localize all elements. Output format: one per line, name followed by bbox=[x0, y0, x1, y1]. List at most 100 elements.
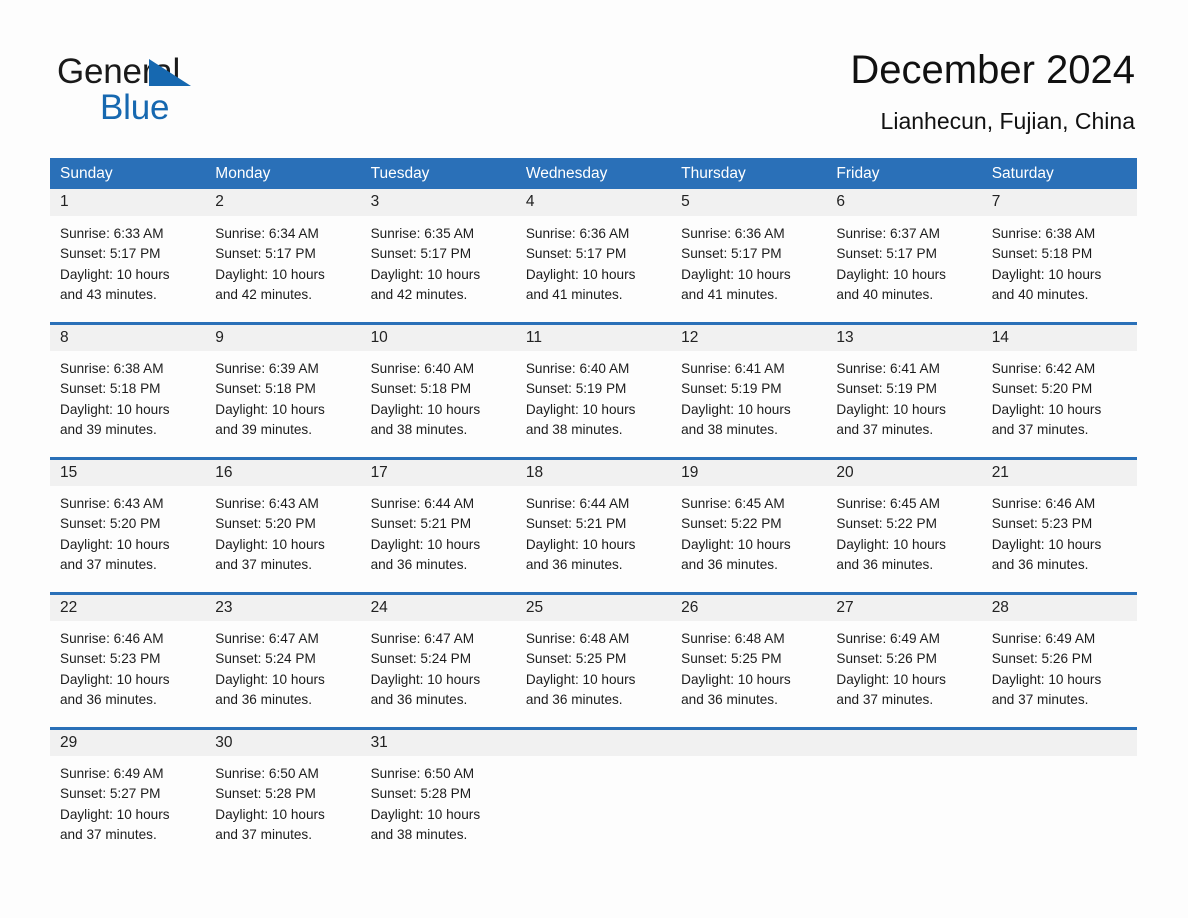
day-cell[interactable]: Sunrise: 6:43 AM Sunset: 5:20 PM Daylight:… bbox=[50, 486, 205, 592]
day-number[interactable]: 6 bbox=[826, 189, 981, 216]
day-cell[interactable]: Sunrise: 6:40 AM Sunset: 5:19 PM Daylight:… bbox=[516, 351, 671, 457]
day-number-strip: 1234567 bbox=[50, 189, 1137, 216]
daylight-text: Daylight: 10 hours bbox=[991, 671, 1102, 687]
day-number[interactable]: 17 bbox=[361, 460, 516, 486]
day-number[interactable]: 22 bbox=[50, 595, 205, 621]
day-cell[interactable]: Sunrise: 6:44 AM Sunset: 5:21 PM Daylight:… bbox=[516, 486, 671, 592]
day-number[interactable]: 10 bbox=[361, 325, 516, 351]
day-number[interactable]: 13 bbox=[826, 325, 981, 351]
day-number[interactable]: 2 bbox=[205, 189, 360, 216]
daylight-text: and 37 minutes. bbox=[60, 826, 157, 842]
day-cell[interactable]: Sunrise: 6:49 AM Sunset: 5:26 PM Daylight:… bbox=[982, 621, 1137, 727]
sunset-text: Sunset: 5:24 PM bbox=[215, 651, 316, 667]
day-number[interactable]: 23 bbox=[205, 595, 360, 621]
title-block: December 2024 Lianhecun, Fujian, China bbox=[850, 44, 1135, 138]
daylight-text: Daylight: 10 hours bbox=[836, 536, 946, 552]
daylight-text: Daylight: 10 hours bbox=[60, 806, 170, 822]
sunrise-text: Sunrise: 6:47 AM bbox=[215, 631, 319, 646]
day-cell[interactable]: Sunrise: 6:35 AM Sunset: 5:17 PM Daylight:… bbox=[361, 216, 516, 322]
day-number[interactable]: 5 bbox=[671, 189, 826, 216]
day-cell[interactable]: Sunrise: 6:41 AM Sunset: 5:19 PM Daylight:… bbox=[671, 351, 826, 457]
day-number[interactable]: 25 bbox=[516, 595, 671, 621]
week-row: 22 23 24 25 26 27 28 Sunrise: 6:46 AM Sunset: 5:… bbox=[50, 592, 1137, 727]
day-number[interactable]: 28 bbox=[982, 595, 1137, 621]
day-cell[interactable]: Sunrise: 6:38 AM Sunset: 5:18 PM Daylight:… bbox=[50, 351, 205, 457]
daylight-text: and 40 minutes. bbox=[991, 286, 1089, 302]
day-cell-empty bbox=[516, 756, 671, 860]
daylight-text: and 37 minutes. bbox=[60, 556, 157, 572]
day-cell[interactable]: Sunrise: 6:50 AM Sunset: 5:28 PM Daylight:… bbox=[361, 756, 516, 860]
day-cell[interactable]: Sunrise: 6:49 AM Sunset: 5:27 PM Daylight:… bbox=[50, 756, 205, 860]
daylight-text: Daylight: 10 hours bbox=[215, 401, 325, 417]
sunset-text: Sunset: 5:28 PM bbox=[215, 786, 316, 802]
day-number[interactable]: 15 bbox=[50, 460, 205, 486]
day-cell[interactable]: Sunrise: 6:49 AM Sunset: 5:26 PM Daylight:… bbox=[826, 621, 981, 727]
daylight-text: Daylight: 10 hours bbox=[525, 266, 636, 282]
day-cell[interactable]: Sunrise: 6:45 AM Sunset: 5:22 PM Daylight:… bbox=[671, 486, 826, 592]
day-cell[interactable]: Sunrise: 6:48 AM Sunset: 5:25 PM Daylight:… bbox=[671, 621, 826, 727]
day-cell[interactable]: Sunrise: 6:48 AM Sunset: 5:25 PM Daylight:… bbox=[516, 621, 671, 727]
day-cell[interactable]: Sunrise: 6:47 AM Sunset: 5:24 PM Daylight:… bbox=[361, 621, 516, 727]
daylight-text: and 36 minutes. bbox=[215, 691, 313, 707]
day-cell[interactable]: Sunrise: 6:39 AM Sunset: 5:18 PM Daylight:… bbox=[205, 351, 360, 457]
day-cell[interactable]: Sunrise: 6:50 AM Sunset: 5:28 PM Daylight:… bbox=[205, 756, 360, 860]
daylight-text: and 38 minutes. bbox=[525, 421, 623, 437]
day-number[interactable]: 11 bbox=[516, 325, 671, 351]
sunrise-text: Sunrise: 6:48 AM bbox=[525, 631, 630, 646]
weekday-header-sunday: Sunday bbox=[60, 165, 113, 182]
sunset-text: Sunset: 5:21 PM bbox=[525, 516, 627, 532]
sunrise-text: Sunrise: 6:44 AM bbox=[525, 496, 630, 511]
sunrise-text: Sunrise: 6:46 AM bbox=[991, 496, 1096, 511]
day-number[interactable]: 27 bbox=[826, 595, 981, 621]
day-cell[interactable]: Sunrise: 6:41 AM Sunset: 5:19 PM Daylight:… bbox=[826, 351, 981, 457]
day-number[interactable]: 12 bbox=[671, 325, 826, 351]
day-number[interactable]: 19 bbox=[671, 460, 826, 486]
day-number[interactable]: 21 bbox=[982, 460, 1137, 486]
daylight-text: and 41 minutes. bbox=[681, 286, 778, 302]
day-number[interactable]: 16 bbox=[205, 460, 360, 486]
weekday-header-row: Sunday Monday Tuesday Wednesday Thursday Frid… bbox=[50, 158, 1137, 189]
sunrise-text: Sunrise: 6:42 AM bbox=[991, 361, 1096, 376]
sunset-text: Sunset: 5:17 PM bbox=[681, 246, 782, 262]
day-number[interactable]: 14 bbox=[982, 325, 1137, 351]
sunset-text: Sunset: 5:27 PM bbox=[60, 786, 161, 802]
day-number[interactable]: 31 bbox=[361, 730, 516, 756]
sunset-text: Sunset: 5:19 PM bbox=[836, 381, 937, 397]
day-number[interactable]: 1 bbox=[50, 189, 205, 216]
day-cell[interactable]: Sunrise: 6:42 AM Sunset: 5:20 PM Daylight:… bbox=[982, 351, 1137, 457]
daylight-text: and 36 minutes. bbox=[370, 556, 468, 572]
day-number[interactable]: 20 bbox=[826, 460, 981, 486]
day-cell[interactable]: Sunrise: 6:40 AM Sunset: 5:18 PM Daylight:… bbox=[361, 351, 516, 457]
sunset-text: Sunset: 5:17 PM bbox=[370, 246, 472, 262]
day-cell[interactable]: Sunrise: 6:46 AM Sunset: 5:23 PM Daylight:… bbox=[50, 621, 205, 727]
day-cell[interactable]: Sunrise: 6:44 AM Sunset: 5:21 PM Daylight:… bbox=[361, 486, 516, 592]
day-number[interactable]: 4 bbox=[516, 189, 671, 216]
day-number[interactable]: 30 bbox=[205, 730, 360, 756]
day-number[interactable]: 29 bbox=[50, 730, 205, 756]
day-cell[interactable]: Sunrise: 6:38 AM Sunset: 5:18 PM Daylight:… bbox=[982, 216, 1137, 322]
calendar-page: General Blue December 2024 Lianhecun, Fu… bbox=[0, 0, 1188, 918]
day-cell[interactable]: Sunrise: 6:45 AM Sunset: 5:22 PM Daylight:… bbox=[826, 486, 981, 592]
day-cell[interactable]: Sunrise: 6:36 AM Sunset: 5:17 PM Daylight:… bbox=[671, 216, 826, 322]
day-number[interactable]: 26 bbox=[671, 595, 826, 621]
page-header: General Blue December 2024 Lianhecun, Fu… bbox=[0, 0, 1188, 150]
sunrise-text: Sunrise: 6:33 AM bbox=[60, 226, 164, 241]
day-number[interactable]: 3 bbox=[361, 189, 516, 216]
day-number[interactable]: 24 bbox=[361, 595, 516, 621]
weekday-header-saturday: Saturday bbox=[991, 165, 1054, 182]
day-cell[interactable]: Sunrise: 6:43 AM Sunset: 5:20 PM Daylight:… bbox=[205, 486, 360, 592]
day-cell[interactable]: Sunrise: 6:37 AM Sunset: 5:17 PM Daylight:… bbox=[826, 216, 981, 322]
day-number[interactable]: 8 bbox=[50, 325, 205, 351]
day-number[interactable]: 9 bbox=[205, 325, 360, 351]
sunset-text: Sunset: 5:19 PM bbox=[681, 381, 782, 397]
day-cell[interactable]: Sunrise: 6:33 AM Sunset: 5:17 PM Daylight:… bbox=[50, 216, 205, 322]
daylight-text: and 37 minutes. bbox=[215, 556, 313, 572]
location-subtitle: Lianhecun, Fujian, China bbox=[880, 108, 1135, 134]
day-number[interactable]: 7 bbox=[982, 189, 1137, 216]
day-number[interactable]: 18 bbox=[516, 460, 671, 486]
sunrise-text: Sunrise: 6:41 AM bbox=[681, 361, 785, 376]
day-cell[interactable]: Sunrise: 6:34 AM Sunset: 5:17 PM Daylight:… bbox=[205, 216, 360, 322]
day-cell[interactable]: Sunrise: 6:47 AM Sunset: 5:24 PM Daylight:… bbox=[205, 621, 360, 727]
day-cell[interactable]: Sunrise: 6:36 AM Sunset: 5:17 PM Daylight:… bbox=[516, 216, 671, 322]
day-cell[interactable]: Sunrise: 6:46 AM Sunset: 5:23 PM Daylight:… bbox=[982, 486, 1137, 592]
